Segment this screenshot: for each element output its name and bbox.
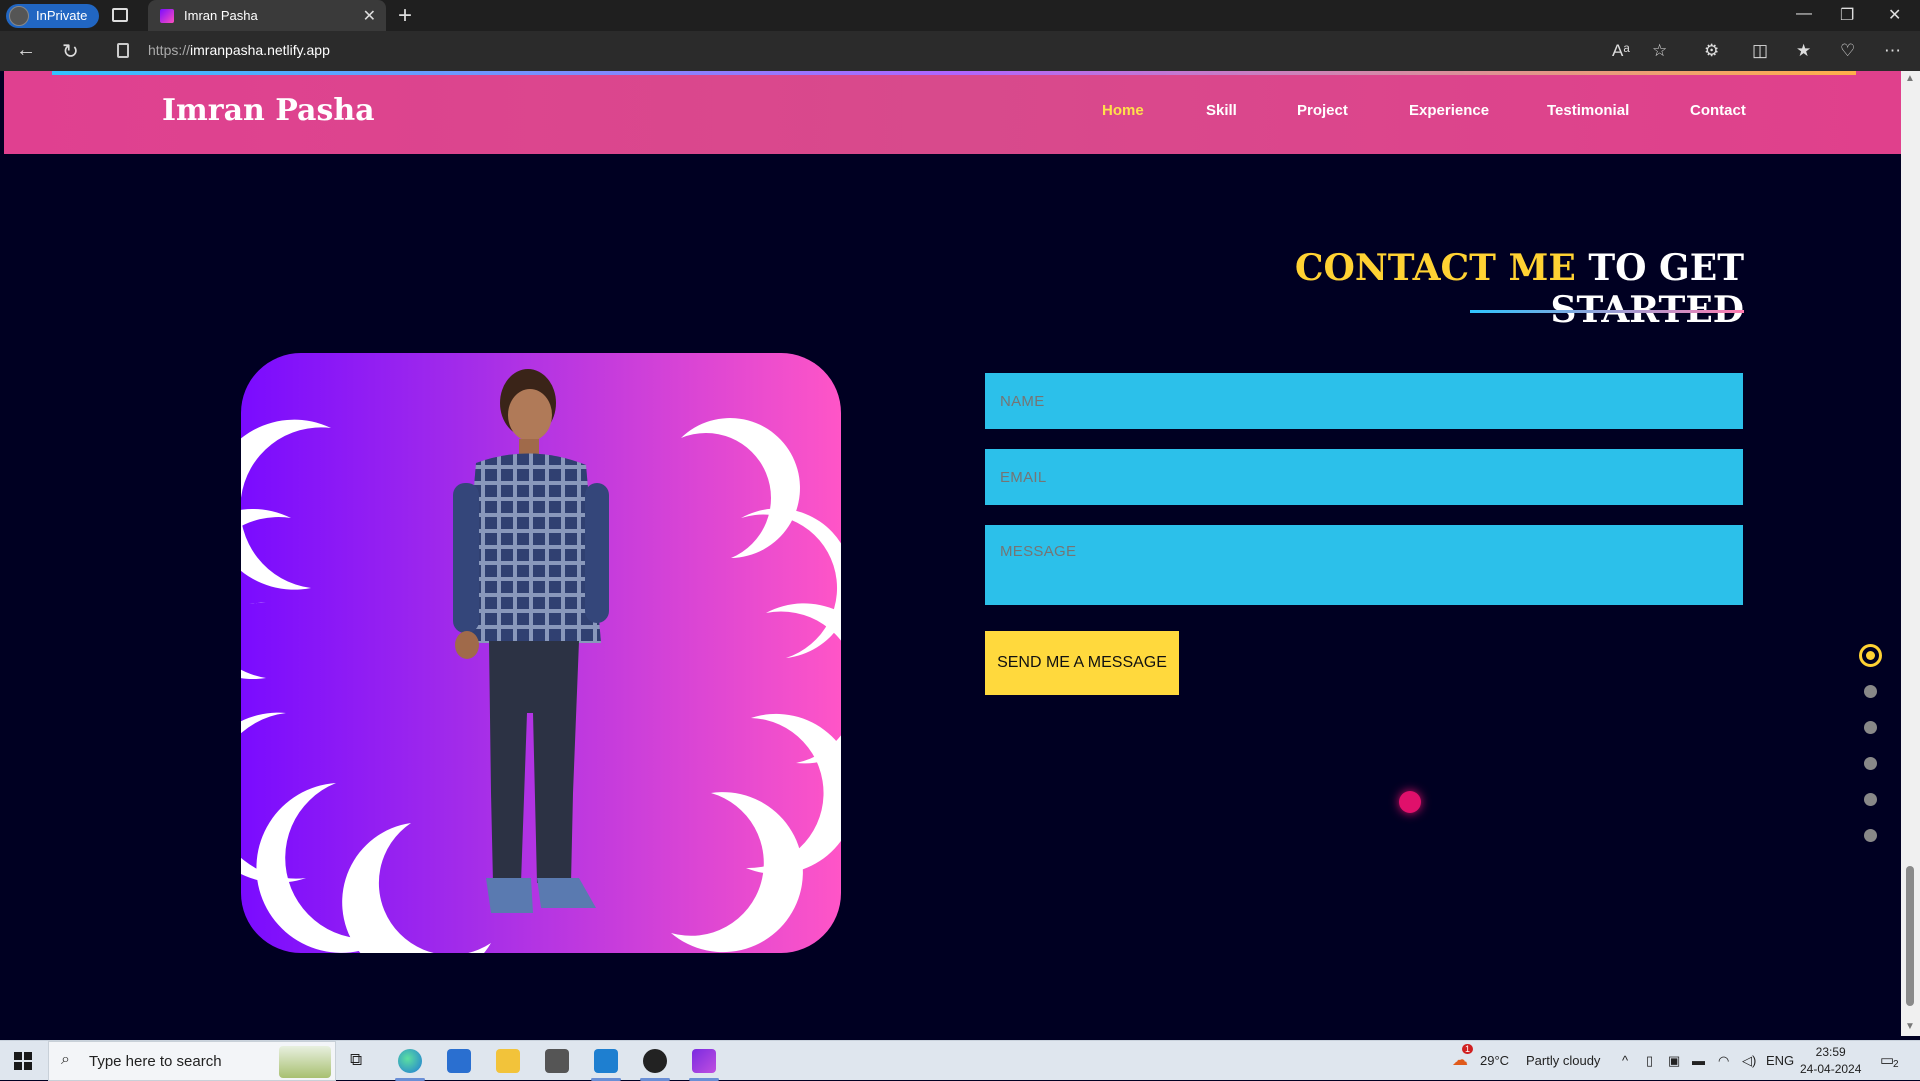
section-dot-1[interactable] [1859,644,1882,667]
send-message-button[interactable]: SEND ME A MESSAGE [985,631,1179,695]
email-input[interactable] [985,449,1743,505]
wifi-icon[interactable]: ◠ [1718,1053,1729,1069]
profile-photo [241,353,841,953]
lock-icon[interactable] [117,43,129,58]
person-figure [453,369,609,913]
windows-taskbar: ⌕ Type here to search ⧉ ☁ 1 29°C Partly … [0,1040,1920,1081]
browser-essentials-icon[interactable]: ♡ [1840,41,1855,61]
clipchamp-app-icon[interactable] [692,1049,716,1073]
site-brand[interactable]: Imran Pasha [162,93,375,128]
scroll-progress-bar [52,71,1856,75]
tray-chevron-icon[interactable]: ^ [1622,1053,1628,1068]
extensions-icon[interactable]: ⚙ [1704,41,1719,61]
section-dot-4[interactable] [1864,757,1877,770]
task-view-icon[interactable]: ⧉ [350,1050,362,1070]
section-dot-6[interactable] [1864,829,1877,842]
inprivate-badge[interactable]: InPrivate [6,4,100,28]
battery-icon[interactable]: ▬ [1692,1053,1705,1068]
address-field[interactable]: https://imranpasha.netlify.app [148,42,330,58]
notification-count: 2 [1893,1059,1899,1070]
restore-icon[interactable]: ❐ [1840,5,1854,25]
tab-close-icon[interactable]: ✕ [363,6,376,26]
tray-device-icon[interactable]: ▯ [1646,1053,1653,1069]
window-close-icon[interactable]: ✕ [1888,5,1901,25]
tab-title: Imran Pasha [184,8,258,23]
nav-contact[interactable]: Contact [1690,102,1746,119]
browser-titlebar: InPrivate Imran Pasha ✕ + — ❐ ✕ [0,0,1920,31]
web-page: Imran Pasha Home Skill Project Experienc… [4,71,1901,1036]
section-dot-3[interactable] [1864,721,1877,734]
weather-temp[interactable]: 29°C [1480,1053,1509,1068]
heading-underline [1470,310,1744,313]
search-icon: ⌕ [61,1051,70,1068]
split-screen-icon[interactable]: ◫ [1752,41,1768,61]
back-icon[interactable]: ← [16,39,36,62]
vscode-app-icon[interactable] [594,1049,618,1073]
nav-testimonial[interactable]: Testimonial [1547,102,1629,119]
read-aloud-icon[interactable]: Aᵃ [1612,41,1630,61]
more-menu-icon[interactable]: ⋯ [1884,41,1901,61]
message-textarea[interactable] [985,525,1743,605]
volume-icon[interactable]: ◁) [1742,1053,1756,1069]
taskbar-clock[interactable]: 23:59 24-04-2024 [1800,1044,1861,1078]
clock-time: 23:59 [1815,1045,1846,1059]
nav-skill[interactable]: Skill [1206,102,1237,119]
tray-meet-icon[interactable]: ▣ [1668,1053,1680,1069]
clock-date: 24-04-2024 [1800,1062,1862,1076]
minimize-icon[interactable]: — [1796,5,1812,23]
windows-start-icon[interactable] [14,1052,32,1070]
search-placeholder: Type here to search [89,1053,222,1070]
inprivate-label: InPrivate [36,8,88,23]
contact-heading-rest: TO GET STARTED [1550,247,1744,331]
nav-home[interactable]: Home [1102,102,1144,119]
store-app-icon[interactable] [447,1049,471,1073]
contact-heading: CONTACT ME TO GET STARTED [1104,247,1744,331]
weather-text[interactable]: Partly cloudy [1526,1053,1600,1068]
contact-heading-highlight: CONTACT ME [1294,247,1576,289]
url-prefix: https:// [148,42,191,58]
section-dot-2[interactable] [1864,685,1877,698]
tab-actions-icon[interactable] [112,8,128,22]
section-dot-5[interactable] [1864,793,1877,806]
nav-project[interactable]: Project [1297,102,1348,119]
browser-tab-active[interactable]: Imran Pasha ✕ [148,0,386,31]
tab-favicon-icon [160,9,174,23]
new-tab-icon[interactable]: + [398,2,412,30]
nav-experience[interactable]: Experience [1409,102,1489,119]
name-input[interactable] [985,373,1743,429]
favorites-icon[interactable]: ★ [1796,41,1811,61]
edge-app-icon[interactable] [398,1049,422,1073]
spiral-crescent-pattern [241,369,841,953]
search-highlight-image [279,1046,331,1078]
profile-avatar [9,6,29,26]
language-indicator[interactable]: ENG [1766,1053,1794,1068]
refresh-icon[interactable]: ↻ [62,39,79,64]
weather-alert-badge: 1 [1462,1044,1474,1054]
scroll-down-icon[interactable]: ▼ [1905,1021,1915,1032]
scroll-up-icon[interactable]: ▲ [1905,73,1915,84]
media-player-icon[interactable] [643,1049,667,1073]
file-explorer-icon[interactable] [496,1049,520,1073]
custom-cursor [1399,791,1421,813]
scrollbar-thumb[interactable] [1906,866,1914,1006]
browser-toolbar: ← ↻ https://imranpasha.netlify.app Aᵃ ☆ … [0,31,1920,71]
favorite-star-icon[interactable]: ☆ [1652,41,1667,61]
url-host: imranpasha.netlify.app [190,42,330,58]
site-header: Imran Pasha Home Skill Project Experienc… [4,71,1901,154]
page-scrollbar[interactable]: ▲ ▼ [1901,71,1920,1036]
taskbar-search[interactable]: ⌕ Type here to search [48,1041,336,1081]
mail-app-icon[interactable] [545,1049,569,1073]
